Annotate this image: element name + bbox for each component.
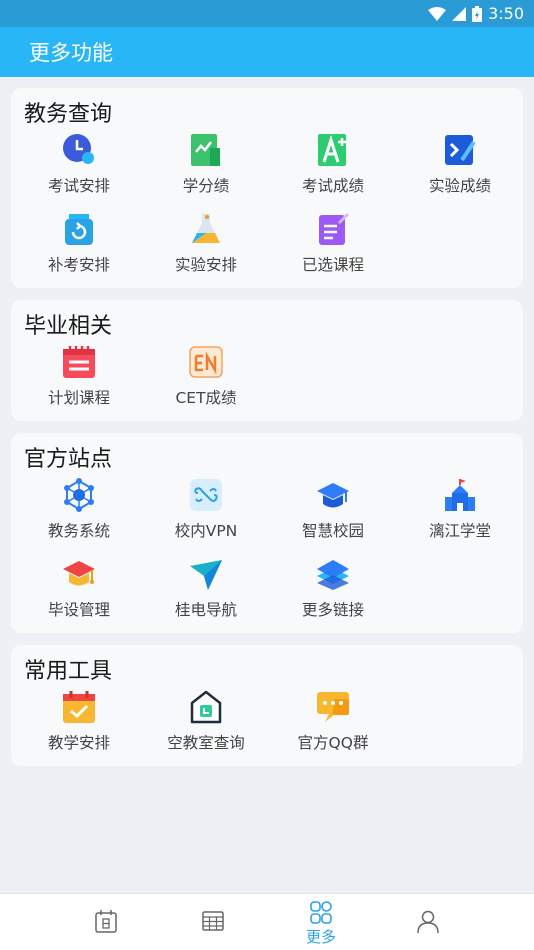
network-hub-icon bbox=[61, 477, 97, 513]
nav-tab-label: 更多 bbox=[305, 927, 336, 946]
grid-item-label: 补考安排 bbox=[47, 256, 110, 274]
grid-item-guet-navigation[interactable]: 桂电导航 bbox=[142, 556, 270, 624]
signal-icon bbox=[452, 6, 467, 21]
selected-course-icon bbox=[315, 211, 351, 247]
grid-item-exam-scores[interactable]: 考试成绩 bbox=[269, 132, 397, 200]
nav-tab-profile[interactable] bbox=[398, 894, 458, 950]
grid-item-campus-vpn[interactable]: 校内VPN bbox=[142, 477, 270, 545]
nav-tab-today[interactable] bbox=[76, 894, 136, 950]
grid-item-label: 官方QQ群 bbox=[297, 734, 369, 752]
bottom-nav: 更多 bbox=[0, 893, 534, 950]
section-title: 毕业相关 bbox=[24, 314, 113, 339]
more-grid-icon bbox=[308, 900, 334, 929]
grid-item-label: 智慧校园 bbox=[301, 522, 364, 540]
status-bar: 3:50 bbox=[0, 0, 534, 27]
calendar-day-icon bbox=[93, 908, 119, 938]
grid-item-thesis-management[interactable]: 毕设管理 bbox=[15, 556, 143, 624]
empty-room-icon bbox=[188, 689, 224, 725]
lab-result-icon bbox=[442, 132, 478, 168]
section-title: 常用工具 bbox=[24, 659, 113, 684]
grid-item-label: 教务系统 bbox=[47, 522, 110, 540]
grid-item-academic-system[interactable]: 教务系统 bbox=[15, 477, 143, 545]
wifi-icon bbox=[428, 6, 447, 21]
navigation-plane-icon bbox=[188, 556, 224, 592]
app-bar: 更多功能 bbox=[0, 27, 534, 77]
grid-item-label: 已选课程 bbox=[301, 256, 364, 274]
grid-item-label: 实验安排 bbox=[174, 256, 237, 274]
grid-item-official-qq-group[interactable]: 官方QQ群 bbox=[269, 689, 397, 757]
grid-item-label: 考试成绩 bbox=[301, 177, 364, 195]
profile-icon bbox=[415, 908, 441, 938]
page-title: 更多功能 bbox=[29, 41, 113, 65]
grid-item-label: 学分绩 bbox=[182, 177, 230, 195]
plan-calendar-icon bbox=[61, 344, 97, 380]
grid-item-lab-scores[interactable]: 实验成绩 bbox=[396, 132, 524, 200]
school-building-icon bbox=[442, 477, 478, 513]
section-title: 官方站点 bbox=[24, 447, 113, 472]
grid-item-lijiang-academy[interactable]: 漓江学堂 bbox=[396, 477, 524, 545]
grid-item-label: 漓江学堂 bbox=[428, 522, 491, 540]
grid-item-retake-schedule[interactable]: 补考安排 bbox=[15, 211, 143, 279]
section-card-official-sites: 官方站点 教务系统 校内VPN 智慧校园 漓江学堂 毕设管理 桂电导航 更多链接 bbox=[11, 433, 523, 633]
grade-a-plus-icon bbox=[315, 132, 351, 168]
graduation-cap-icon bbox=[315, 477, 351, 513]
thesis-cap-icon bbox=[61, 556, 97, 592]
grid-item-credit-gpa[interactable]: 学分绩 bbox=[142, 132, 270, 200]
grid-item-label: 更多链接 bbox=[301, 601, 364, 619]
grid-item-cet-scores[interactable]: CET成绩 bbox=[142, 344, 270, 412]
grid-item-label: 教学安排 bbox=[47, 734, 110, 752]
grid-item-label: 毕设管理 bbox=[47, 601, 110, 619]
teaching-calendar-icon bbox=[61, 689, 97, 725]
grid-item-label: 空教室查询 bbox=[167, 734, 245, 752]
grid-item-plan-courses[interactable]: 计划课程 bbox=[15, 344, 143, 412]
retake-icon bbox=[61, 211, 97, 247]
grid-item-label: CET成绩 bbox=[175, 389, 237, 407]
battery-icon bbox=[472, 5, 483, 22]
grid-item-smart-campus[interactable]: 智慧校园 bbox=[269, 477, 397, 545]
nav-tab-more[interactable]: 更多 bbox=[291, 894, 351, 950]
cet-en-icon bbox=[188, 344, 224, 380]
grid-item-label: 考试安排 bbox=[47, 177, 110, 195]
section-card-common-tools: 常用工具 教学安排 空教室查询 官方QQ群 bbox=[11, 645, 523, 766]
section-card-academic-query: 教务查询 考试安排 学分绩 考试成绩 实验成绩 补考安排 实验安排 已选课程 bbox=[11, 88, 523, 288]
grid-item-exam-schedule[interactable]: 考试安排 bbox=[15, 132, 143, 200]
section-title: 教务查询 bbox=[24, 102, 113, 127]
grid-item-label: 校内VPN bbox=[174, 522, 238, 540]
grid-item-label: 桂电导航 bbox=[174, 601, 237, 619]
grid-item-label: 实验成绩 bbox=[428, 177, 491, 195]
layers-icon bbox=[315, 556, 351, 592]
chart-icon bbox=[188, 132, 224, 168]
vpn-icon bbox=[188, 477, 224, 513]
clock-icon bbox=[61, 132, 97, 168]
status-time: 3:50 bbox=[488, 4, 524, 23]
table-grid-icon bbox=[200, 908, 226, 938]
grid-item-label: 计划课程 bbox=[47, 389, 110, 407]
grid-item-empty-classroom[interactable]: 空教室查询 bbox=[142, 689, 270, 757]
section-card-graduation: 毕业相关 计划课程 CET成绩 bbox=[11, 300, 523, 421]
nav-tab-timetable[interactable] bbox=[183, 894, 243, 950]
grid-item-teaching-schedule[interactable]: 教学安排 bbox=[15, 689, 143, 757]
grid-item-selected-courses[interactable]: 已选课程 bbox=[269, 211, 397, 279]
grid-item-more-links[interactable]: 更多链接 bbox=[269, 556, 397, 624]
grid-item-lab-schedule[interactable]: 实验安排 bbox=[142, 211, 270, 279]
flask-icon bbox=[188, 211, 224, 247]
chat-bubble-icon bbox=[315, 689, 351, 725]
